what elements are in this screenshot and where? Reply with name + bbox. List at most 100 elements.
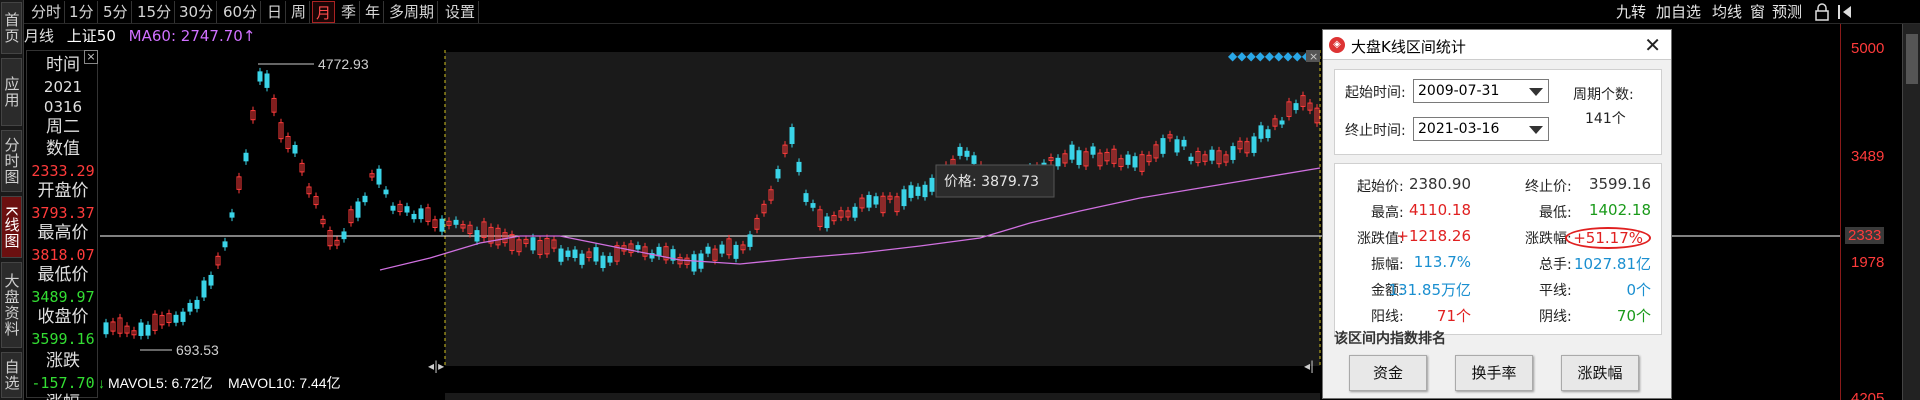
candle [1174,139,1180,153]
axis-label-1978: 1978 [1851,254,1885,271]
candle [201,280,207,298]
tab-week[interactable]: 周 [288,1,311,23]
rank-by-capital-button[interactable]: 资金 [1349,355,1427,391]
candle [691,254,697,272]
candle [1230,146,1236,160]
side-scrollbar[interactable] [1902,24,1920,400]
candle [908,185,914,198]
candle [257,71,263,82]
tab-5min[interactable]: 5分 [100,1,132,23]
tab-day[interactable]: 日 [264,1,287,23]
nine-turn-button[interactable]: 九转 [1616,1,1646,23]
candle [796,161,802,173]
candle [957,146,963,156]
tab-1min[interactable]: 1分 [66,1,98,23]
candle [579,253,585,265]
candle [1132,156,1138,168]
candle [593,247,599,262]
candle [810,203,816,208]
period-label: 月线 [24,27,55,45]
svg-text:×: × [1309,50,1318,63]
mavol10-label: MAVOL10: 7.44亿 [228,375,341,391]
nav-watchlist[interactable]: 自选 [1,352,22,398]
candle [418,208,424,220]
up-label: 阳线: [1371,309,1404,325]
range-start-handle[interactable]: ◂|▸ [428,359,444,373]
add-watchlist-button[interactable]: 加自选 [1656,1,1701,23]
tab-month[interactable]: 月 [312,1,336,23]
change-pct-label: 涨幅 [27,393,99,400]
dialog-titlebar[interactable]: ◈ 大盘K线区间统计 ✕ [1323,30,1671,60]
low-value: 3489.97 [31,288,95,306]
candle [852,206,858,218]
price-axis: 5000 3489 2333 1978 4205 [1840,24,1920,400]
close-label: 收盘价 [37,307,89,327]
forecast-button[interactable]: 预测 [1772,1,1802,23]
value-value: 2333.29 [31,162,95,180]
nav-apps[interactable]: 应用 [1,58,22,126]
price-tooltip: 价格: 3879.73 [935,164,1055,198]
candle [264,73,270,88]
candle [824,216,830,229]
tab-30min[interactable]: 30分 [176,1,218,23]
weekday-value: 周二 [46,117,80,137]
rank-by-turnover-button[interactable]: 换手率 [1455,355,1533,391]
flat-label: 平线: [1539,283,1572,299]
open-label: 开盘价 [37,181,89,201]
tab-multi-period[interactable]: 多周期 [386,1,439,23]
nav-kline[interactable]: K线图 [1,196,22,258]
nav-home[interactable]: 首页 [1,2,22,54]
volume-value: 1027.81亿 [1573,255,1651,273]
tab-15min[interactable]: 15分 [134,1,176,23]
tab-quarter[interactable]: 季 [338,1,361,23]
rank-by-change-button[interactable]: 涨跌幅 [1561,355,1639,391]
candle [103,322,109,335]
svg-text:↓: ↓ [100,375,105,391]
candle [1265,129,1271,139]
periods-value: 141个 [1585,111,1626,127]
candle [1188,156,1194,161]
candle [376,168,382,185]
year-value: 2021 [43,78,83,96]
chart-info-bar: 月线 上证50 MA60: 2747.70↑ [24,25,263,47]
candle [901,189,907,207]
candle [341,231,347,240]
range-end-handle[interactable]: ◂| [1304,359,1314,373]
lock-icon[interactable] [1814,3,1830,21]
ma-button[interactable]: 均线 [1712,1,1742,23]
candle [390,205,396,211]
dialog-title: 大盘K线区间统计 [1351,38,1466,56]
candle [733,244,739,259]
end-time-select[interactable]: 2021-03-16 [1413,117,1549,141]
time-range-section: 起始时间: 2009-07-31 终止时间: 2021-03-16 周期个数: … [1334,69,1662,155]
candle [453,219,459,225]
candle [915,186,921,196]
svg-text:价格: 3879.73: 价格: 3879.73 [944,174,1039,190]
date-value: 0316 [43,98,83,116]
tab-settings[interactable]: 设置 [442,1,480,23]
amount-value: 131.85万亿 [1388,281,1472,299]
flat-value: 0个 [1626,281,1651,299]
collapse-right-icon[interactable] [1836,3,1854,21]
app-logo-icon: ◈ [1329,37,1345,53]
low-label: 最低: [1539,205,1572,221]
dialog-close-icon[interactable]: ✕ [1644,33,1661,57]
nav-timeshare[interactable]: 分时图 [1,130,22,192]
candle [208,274,214,286]
volume-label: 总手: [1539,257,1572,273]
window-button[interactable]: 窗 [1750,1,1765,23]
open-value: 3793.37 [31,204,95,222]
tab-60min[interactable]: 60分 [220,1,262,23]
candle [194,299,200,309]
candle [558,248,564,262]
nav-market-info[interactable]: 大盘资料 [1,262,22,348]
candle [656,246,662,257]
tab-year[interactable]: 年 [362,1,385,23]
tab-timeshare[interactable]: 分时 [28,1,66,23]
axis-label-5000: 5000 [1851,40,1885,57]
candle [1279,120,1285,125]
candle [873,196,879,205]
candle [607,256,613,263]
candle [971,155,977,164]
start-time-select[interactable]: 2009-07-31 [1413,79,1549,103]
